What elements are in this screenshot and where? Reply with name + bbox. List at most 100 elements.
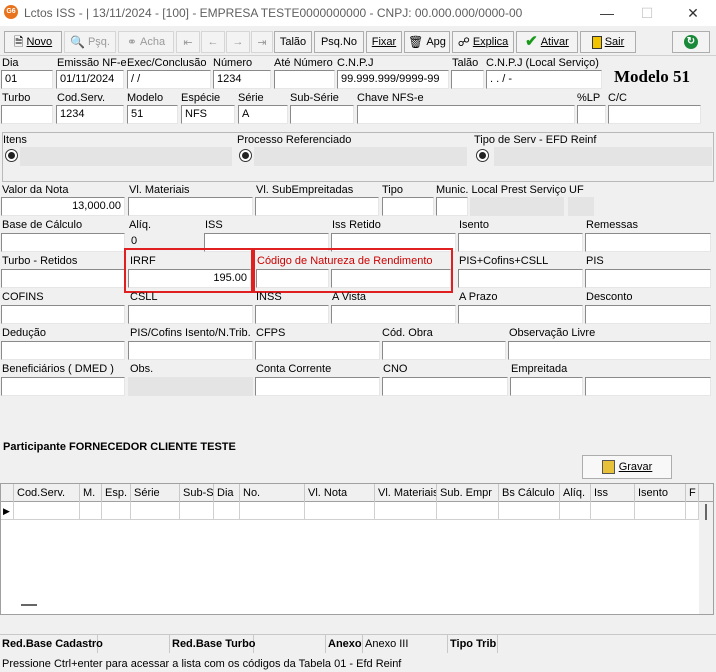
cnpj-local-input[interactable]: . . / - [486, 70, 602, 89]
apagar-button[interactable]: 🗑 Apg [404, 31, 450, 53]
tipo-input[interactable] [382, 197, 434, 216]
grid-col-bs-calculo[interactable]: Bs Cálculo [499, 484, 560, 502]
especie-input[interactable]: NFS [181, 105, 235, 124]
novo-button[interactable]: 🗎 Novo [4, 31, 62, 53]
numero-input[interactable]: 1234 [213, 70, 271, 89]
munic-name-input[interactable] [470, 197, 564, 216]
next-record-button[interactable]: → [226, 31, 250, 53]
ate-numero-input[interactable] [274, 70, 335, 89]
grid-col-isento[interactable]: Isento [635, 484, 686, 502]
grid-col-sub-s[interactable]: Sub-S [180, 484, 214, 502]
grid-horizontal-scrollbar[interactable] [21, 604, 37, 606]
sair-button[interactable]: Sair [580, 31, 636, 53]
modelo-input[interactable]: 51 [127, 105, 178, 124]
pesquisa-button[interactable]: 🔍 Pşq. [64, 31, 116, 53]
psq-no-button[interactable]: Psq.No [314, 31, 364, 53]
maximize-icon[interactable]: ☐ [632, 2, 662, 24]
observacao-livre-input[interactable] [508, 341, 711, 360]
chave-nfse-label: Chave NFS-e [357, 92, 424, 104]
munic-code-input[interactable] [436, 197, 468, 216]
talao-input[interactable] [451, 70, 484, 89]
cc-input[interactable] [608, 105, 701, 124]
beneficiarios-label: Beneficiários ( DMED ) [2, 363, 114, 375]
serie-input[interactable]: A [238, 105, 288, 124]
grid-col-serie[interactable]: Série [131, 484, 180, 502]
sub-serie-input[interactable] [290, 105, 354, 124]
valor-nota-input[interactable]: 13,000.00 [1, 197, 125, 216]
grid-col-dia[interactable]: Dia [214, 484, 240, 502]
chave-nfse-input[interactable] [357, 105, 575, 124]
cod-serv-input[interactable]: 1234 [56, 105, 124, 124]
grid-col-vl-nota[interactable]: Vl. Nota [305, 484, 375, 502]
grid-col-no[interactable]: No. [240, 484, 305, 502]
isento-input[interactable] [458, 233, 583, 252]
dia-input[interactable]: 01 [1, 70, 53, 89]
grid-row[interactable]: ▶ [1, 502, 713, 520]
first-record-button[interactable]: ⇤ [176, 31, 200, 53]
valor-nota-label: Valor da Nota [2, 184, 69, 196]
deducao-label: Dedução [2, 327, 47, 339]
vl-subempreitadas-input[interactable] [255, 197, 379, 216]
grid-col-vl-materiais[interactable]: Vl. Materiais [375, 484, 437, 502]
last-record-button[interactable]: ⇥ [251, 31, 273, 53]
minimize-icon[interactable]: — [592, 2, 622, 24]
cfps-input[interactable] [255, 341, 380, 360]
processo-input[interactable] [254, 147, 467, 166]
close-icon[interactable]: ✕ [678, 2, 708, 24]
empreitada-code-input[interactable] [510, 377, 583, 396]
uf-input[interactable] [568, 197, 594, 216]
turbo-retidos-input[interactable] [1, 269, 125, 288]
grid-col-esp[interactable]: Esp. [102, 484, 131, 502]
beneficiarios-input[interactable] [1, 377, 125, 396]
gravar-button[interactable]: Gravar [582, 455, 672, 479]
exec-conclusao-input[interactable]: / / [127, 70, 211, 89]
itens-input[interactable] [20, 147, 232, 166]
acha-button[interactable]: ⚭ Acha [118, 31, 174, 53]
cofins-input[interactable] [1, 305, 125, 324]
red-base-turbo-status: Red.Base Turbo [170, 635, 256, 653]
turbo-input[interactable] [1, 105, 53, 124]
exec-conclusao-label: Exec/Conclusão [127, 57, 207, 69]
remessas-input[interactable] [585, 233, 711, 252]
grid-col-m[interactable]: M. [80, 484, 102, 502]
cno-input[interactable] [382, 377, 508, 396]
pis-cofins-csll-input[interactable] [458, 269, 583, 288]
tipo-serv-radio[interactable] [476, 149, 489, 162]
talao-button[interactable]: Talão [274, 31, 312, 53]
help-icon: ☍ [457, 35, 470, 49]
explica-button[interactable]: ☍ Explica [452, 31, 514, 53]
fixar-button[interactable]: Fixar [366, 31, 402, 53]
obs-input[interactable] [128, 377, 253, 396]
pis-input[interactable] [585, 269, 711, 288]
grid-vertical-scrollbar[interactable] [699, 502, 713, 614]
grid-col-cod-serv[interactable]: Cod.Serv. [14, 484, 80, 502]
grid-col-aliq[interactable]: Alíq. [560, 484, 591, 502]
emissao-input[interactable]: 01/11/2024 [56, 70, 124, 89]
refresh-button[interactable]: ↻ [672, 31, 710, 53]
ativar-button[interactable]: ✔ Ativar [516, 31, 578, 53]
itens-grid[interactable]: Cod.Serv. M. Esp. Série Sub-S Dia No. Vl… [0, 483, 714, 615]
deducao-input[interactable] [1, 341, 125, 360]
pis-cofins-isento-input[interactable] [128, 341, 253, 360]
grid-col-iss[interactable]: Iss [591, 484, 635, 502]
cod-obra-input[interactable] [382, 341, 506, 360]
processo-radio[interactable] [239, 149, 252, 162]
a-vista-input[interactable] [331, 305, 456, 324]
vl-materiais-input[interactable] [128, 197, 253, 216]
grid-col-sub-empr[interactable]: Sub. Empr [437, 484, 499, 502]
conta-corrente-input[interactable] [255, 377, 380, 396]
vl-materiais-label: Vl. Materiais [129, 184, 190, 196]
tipo-serv-input[interactable] [494, 147, 712, 166]
lp-input[interactable] [577, 105, 606, 124]
previous-record-button[interactable]: ← [201, 31, 225, 53]
a-prazo-input[interactable] [458, 305, 583, 324]
itens-radio[interactable] [5, 149, 18, 162]
dia-label: Dia [2, 57, 19, 69]
cnpj-input[interactable]: 99.999.999/9999-99 [337, 70, 449, 89]
desconto-input[interactable] [585, 305, 711, 324]
inss-input[interactable] [255, 305, 329, 324]
empreitada-desc-input[interactable] [585, 377, 711, 396]
csll-input[interactable] [128, 305, 253, 324]
base-calculo-input[interactable] [1, 233, 125, 252]
grid-col-f[interactable]: F [686, 484, 699, 502]
